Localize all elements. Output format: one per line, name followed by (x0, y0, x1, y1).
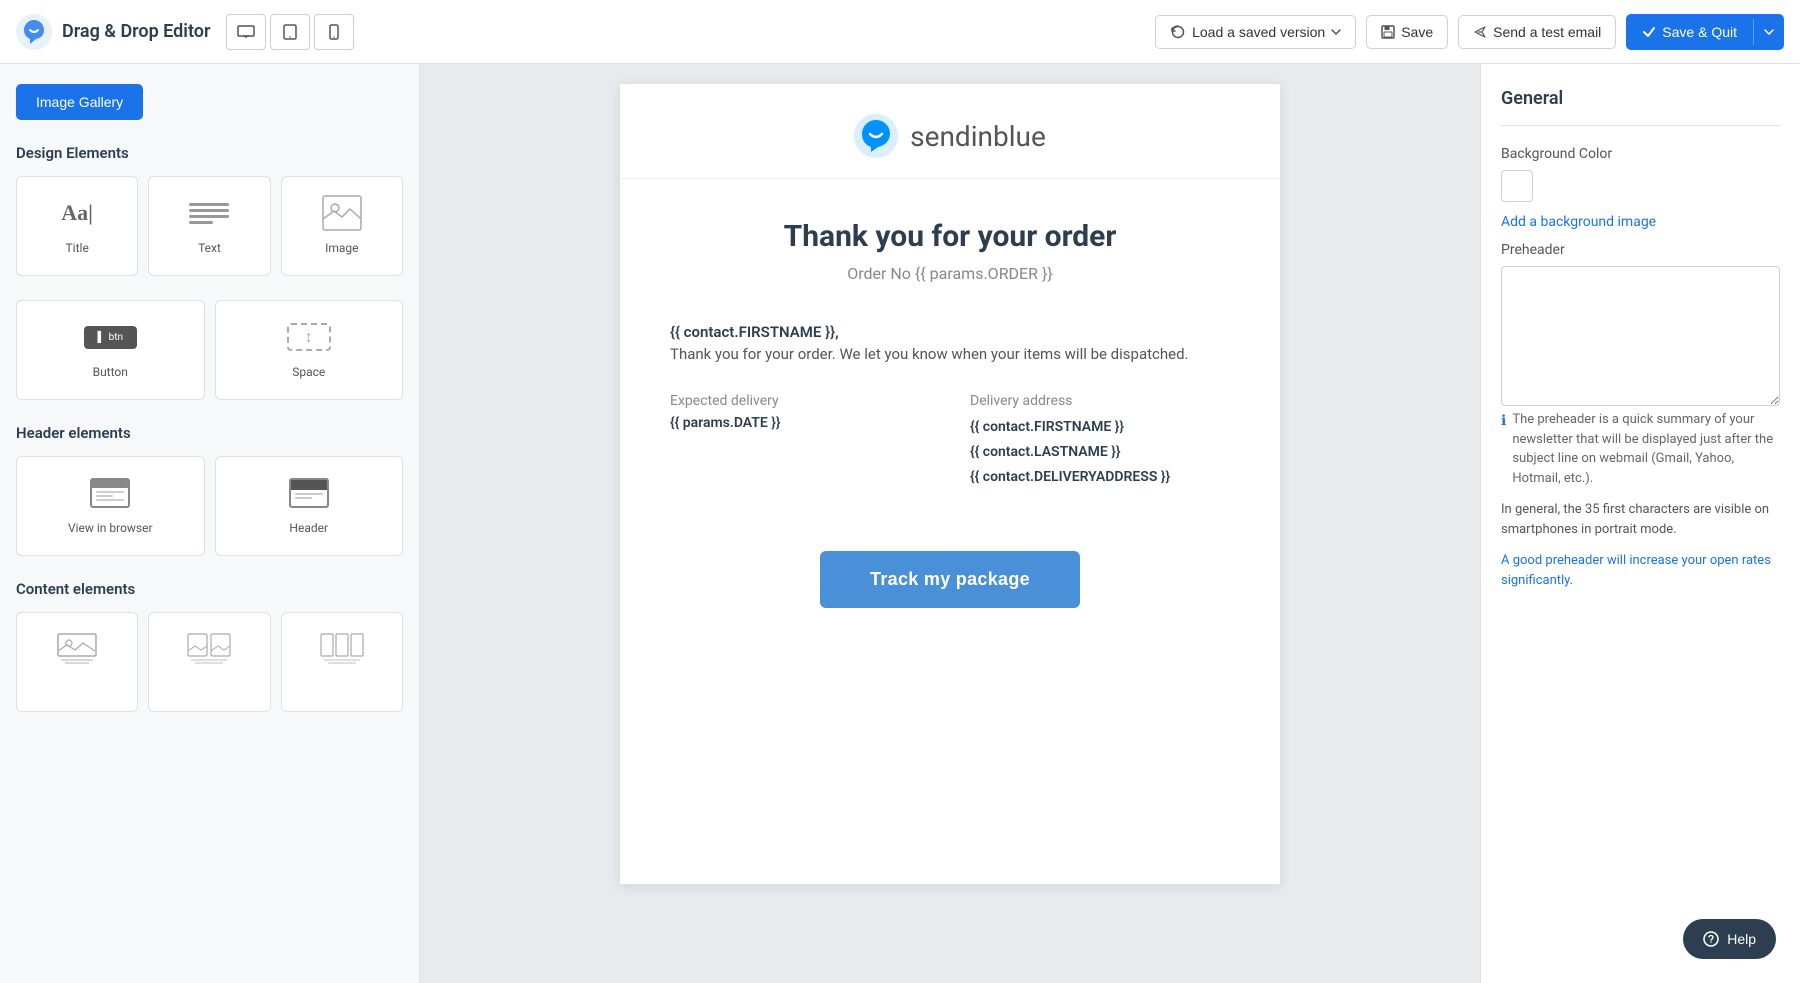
design-elements-grid2: ▌ btn Button ↕ Space (16, 300, 403, 400)
content-single-image-card[interactable] (16, 612, 138, 712)
canvas-area: sendinblue Thank you for your order Orde… (420, 64, 1480, 983)
email-body: Thank you for your order Order No {{ par… (620, 179, 1280, 688)
text-element-card[interactable]: Text (148, 176, 270, 276)
email-order-number: Order No {{ params.ORDER }} (670, 264, 1230, 283)
sendinblue-logo: sendinblue (854, 114, 1046, 158)
load-version-label: Load a saved version (1192, 24, 1325, 40)
track-package-btn[interactable]: Track my package (820, 551, 1080, 608)
content-elements-grid (16, 612, 403, 712)
content-two-image-card[interactable] (148, 612, 270, 712)
logo-area: Drag & Drop Editor (16, 14, 210, 50)
app-title: Drag & Drop Editor (62, 21, 210, 42)
space-icon: ↕ (285, 317, 333, 357)
portrait-mode-note: In general, the 35 first characters are … (1501, 500, 1780, 539)
title-label: Title (66, 241, 89, 255)
space-element-card[interactable]: ↕ Space (215, 300, 404, 400)
email-header-logo: sendinblue (620, 84, 1280, 179)
email-canvas: sendinblue Thank you for your order Orde… (620, 84, 1280, 884)
delivery-address-label: Delivery address (970, 393, 1230, 409)
expected-delivery-col: Expected delivery {{ params.DATE }} (670, 393, 930, 491)
track-btn-section: Track my package (670, 531, 1230, 648)
image-icon (318, 193, 366, 233)
right-sidebar: General Background Color Add a backgroun… (1480, 64, 1800, 983)
button-element-card[interactable]: ▌ btn Button (16, 300, 205, 400)
test-email-label: Send a test email (1493, 24, 1601, 40)
design-elements-grid: Aa| Title Text (16, 176, 403, 276)
content-three-image-card[interactable] (281, 612, 403, 712)
topbar-right: Load a saved version Save Send a test em… (1155, 14, 1784, 50)
preheader-textarea[interactable] (1501, 266, 1780, 406)
load-version-btn[interactable]: Load a saved version (1155, 15, 1356, 49)
topbar-left: Drag & Drop Editor (16, 14, 354, 50)
expected-delivery-value: {{ params.DATE }} (670, 415, 930, 431)
preheader-label: Preheader (1501, 242, 1780, 258)
content-elements-title: Content elements (16, 580, 403, 598)
view-in-browser-card[interactable]: View in browser (16, 456, 205, 556)
help-btn[interactable]: Help (1683, 919, 1776, 959)
save-quit-dropdown[interactable] (1753, 19, 1784, 45)
header-element-label: Header (289, 521, 328, 535)
tablet-view-btn[interactable] (270, 14, 310, 50)
check-icon (1642, 25, 1656, 39)
image-gallery-btn[interactable]: Image Gallery (16, 84, 143, 120)
topbar: Drag & Drop Editor Load a saved version … (0, 0, 1800, 64)
sendinblue-brand-icon (854, 114, 898, 158)
left-sidebar: Image Gallery Design Elements Aa| Title (0, 64, 420, 983)
expected-delivery-label: Expected delivery (670, 393, 930, 409)
content-img2-icon (185, 629, 233, 669)
title-icon: Aa| (53, 193, 101, 233)
save-quit-main: Save & Quit (1626, 14, 1753, 50)
button-label: Button (93, 365, 128, 379)
text-icon (185, 193, 233, 233)
save-icon (1381, 25, 1395, 39)
email-main-title: Thank you for your order (670, 219, 1230, 254)
device-buttons (226, 14, 354, 50)
title-element-card[interactable]: Aa| Title (16, 176, 138, 276)
header-elements-grid: View in browser Header (16, 456, 403, 556)
info-icon: ℹ (1501, 411, 1506, 488)
email-greeting: {{ contact.FIRSTNAME }}, Thank you for y… (670, 323, 1230, 363)
help-icon (1703, 931, 1719, 947)
header-element-card[interactable]: Header (215, 456, 404, 556)
delivery-address-value: {{ contact.FIRSTNAME }} {{ contact.LASTN… (970, 415, 1230, 491)
header-elements-title: Header elements (16, 424, 403, 442)
space-label: Space (292, 365, 325, 379)
add-bg-image-link[interactable]: Add a background image (1501, 214, 1780, 230)
button-icon: ▌ btn (86, 317, 134, 357)
email-delivery-row: Expected delivery {{ params.DATE }} Deli… (670, 393, 1230, 491)
email-greeting-name: {{ contact.FIRSTNAME }}, (670, 323, 1230, 341)
sendinblue-brand-text: sendinblue (910, 120, 1046, 153)
email-title-section: Thank you for your order Order No {{ par… (670, 219, 1230, 283)
test-email-btn[interactable]: Send a test email (1458, 15, 1616, 49)
send-icon (1473, 25, 1487, 39)
main-layout: Image Gallery Design Elements Aa| Title (0, 64, 1800, 983)
text-label: Text (198, 241, 221, 255)
save-quit-btn[interactable]: Save & Quit (1626, 14, 1784, 50)
content-img1-icon (53, 629, 101, 669)
general-section-title: General (1501, 88, 1780, 109)
image-element-card[interactable]: Image (281, 176, 403, 276)
mobile-view-btn[interactable] (314, 14, 354, 50)
sendinblue-logo-icon (16, 14, 52, 50)
design-elements-title: Design Elements (16, 144, 403, 162)
bg-color-label: Background Color (1501, 146, 1780, 162)
browser-icon (86, 473, 134, 513)
content-img3-icon (318, 629, 366, 669)
image-label: Image (325, 241, 358, 255)
view-in-browser-label: View in browser (68, 521, 153, 535)
delivery-address-col: Delivery address {{ contact.FIRSTNAME }}… (970, 393, 1230, 491)
right-divider (1501, 125, 1780, 126)
save-quit-chevron (1764, 29, 1774, 35)
save-btn[interactable]: Save (1366, 15, 1448, 49)
email-greeting-text: Thank you for your order. We let you kno… (670, 345, 1230, 363)
dropdown-arrow-icon (1331, 29, 1341, 35)
save-label: Save (1401, 24, 1433, 40)
load-icon (1170, 24, 1186, 40)
bg-color-swatch[interactable] (1501, 170, 1533, 202)
header-icon (285, 473, 333, 513)
good-preheader-text: A good preheader will increase your open… (1501, 551, 1780, 590)
preheader-info-text: ℹ The preheader is a quick summary of yo… (1501, 410, 1780, 488)
desktop-view-btn[interactable] (226, 14, 266, 50)
